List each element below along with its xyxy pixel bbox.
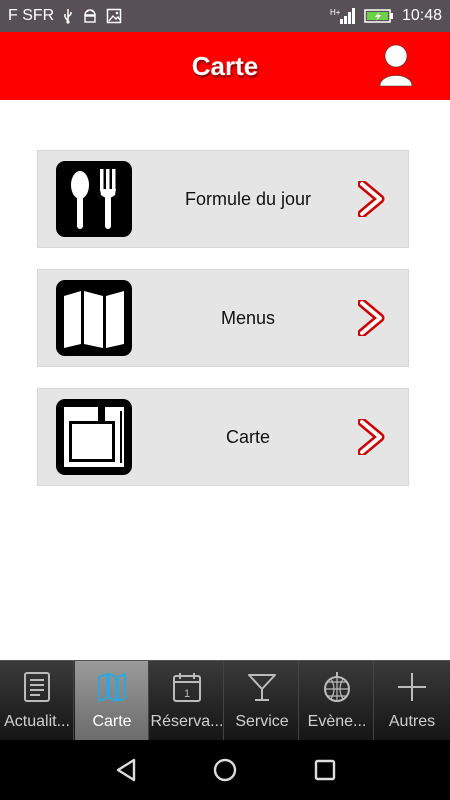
fork-knife-icon (56, 161, 132, 237)
status-left: F SFR (8, 0, 122, 32)
tab-reservation[interactable]: 1 Réserva... (150, 661, 224, 741)
recents-square-icon (314, 759, 336, 781)
chevron-right-icon (357, 298, 386, 338)
svg-text:1: 1 (184, 688, 190, 700)
back-triangle-icon (116, 758, 136, 782)
battery-icon (364, 8, 394, 24)
status-bar: F SFR H+ 10:48 (0, 0, 450, 32)
tab-label: Autres (388, 713, 436, 730)
tab-label: Réserva... (150, 713, 224, 730)
tab-label: Actualit... (4, 713, 70, 730)
signal-text: H+ (330, 8, 341, 17)
tab-label: Evène... (307, 713, 367, 730)
card-label: Menus (220, 308, 276, 328)
clock: 10:48 (401, 7, 442, 24)
map-icon (56, 280, 132, 356)
bottom-tab-bar: Actualit... Carte 1 Réserva... Service E… (0, 660, 450, 741)
disco-ball-icon (321, 671, 353, 703)
tab-autres[interactable]: Autres (375, 661, 450, 741)
chevron-right-icon (357, 179, 386, 219)
chevron-right-icon (357, 417, 386, 457)
profile-button[interactable] (378, 44, 414, 90)
plus-icon (396, 671, 428, 703)
calendar-icon: 1 (171, 671, 203, 703)
app-bar: Carte (0, 32, 450, 100)
back-button[interactable] (108, 752, 144, 788)
recents-button[interactable] (307, 752, 343, 788)
home-circle-icon (213, 758, 237, 782)
card-formule-du-jour[interactable]: Formule du jour (37, 150, 409, 248)
signal-icon: H+ (330, 7, 356, 25)
card-label: Formule du jour (184, 189, 312, 209)
tab-evenements[interactable]: Evène... (300, 661, 374, 741)
tab-label: Service (235, 713, 289, 730)
card-label: Carte (225, 427, 270, 447)
tab-label: Carte (92, 713, 132, 730)
tab-carte[interactable]: Carte (75, 661, 149, 741)
system-nav-bar (0, 740, 450, 800)
map-icon (96, 671, 128, 703)
home-button[interactable] (207, 752, 243, 788)
user-icon (379, 44, 413, 87)
tab-service[interactable]: Service (225, 661, 299, 741)
news-icon (21, 671, 53, 703)
card-carte[interactable]: Carte (37, 388, 409, 486)
image-icon (106, 8, 122, 24)
cocktail-icon (246, 671, 278, 703)
tab-actualites[interactable]: Actualit... (0, 661, 74, 741)
usb-icon (62, 8, 74, 24)
status-right: H+ 10:48 (330, 0, 442, 32)
card-menus[interactable]: Menus (37, 269, 409, 367)
carrier-label: F SFR (8, 7, 55, 24)
android-icon (82, 8, 98, 24)
book-icon (56, 399, 132, 475)
